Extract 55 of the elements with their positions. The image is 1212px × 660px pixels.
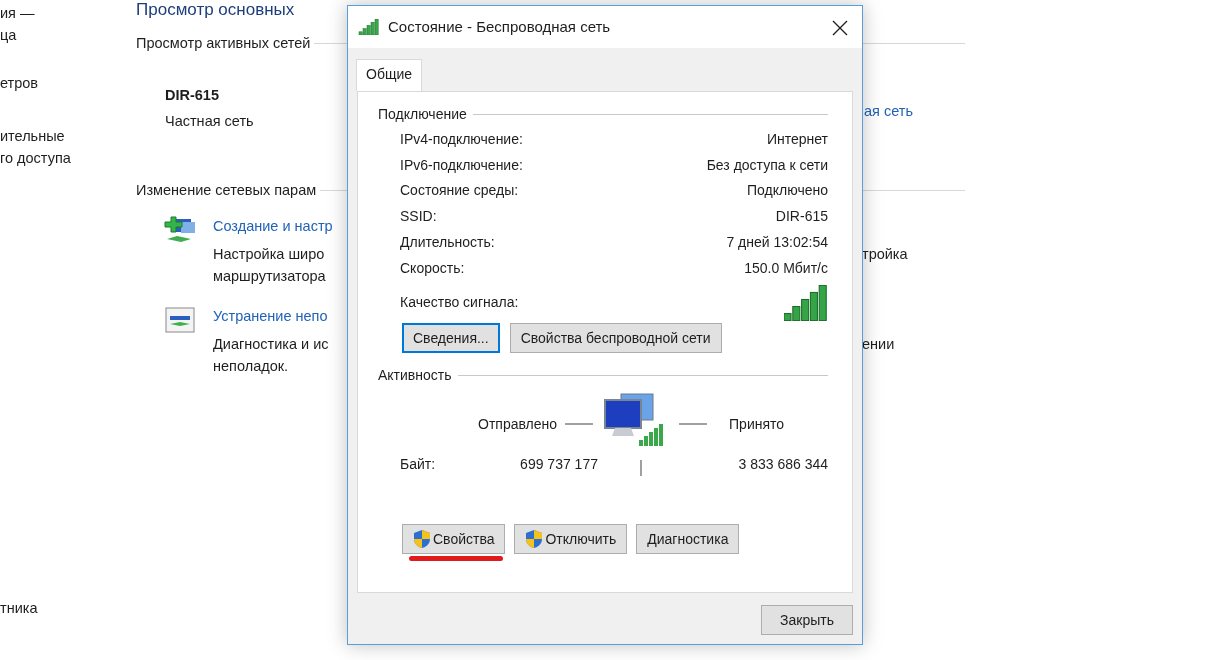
- task-link[interactable]: Создание и настр: [213, 215, 333, 237]
- troubleshoot-icon: [163, 305, 197, 335]
- page-heading: Просмотр основных: [136, 0, 295, 20]
- task-description: Настройка широ: [213, 245, 325, 264]
- field-label: Качество сигнала:: [400, 293, 519, 313]
- signal-quality-icon: [784, 285, 828, 322]
- sidebar-link[interactable]: ительные: [0, 125, 65, 147]
- group-heading: Подключение: [378, 105, 467, 124]
- task-link[interactable]: Устранение непо: [213, 305, 328, 327]
- byte-count: 699 737 177: [520, 454, 598, 474]
- window-title: Состояние - Беспроводная сеть: [388, 16, 612, 37]
- field-label: Длительность:: [400, 232, 495, 252]
- field-label: SSID:: [400, 207, 437, 227]
- field-label: IPv6-подключение:: [400, 155, 523, 175]
- task-description: тройка: [862, 245, 908, 264]
- sidebar-link[interactable]: тника: [0, 597, 38, 619]
- close-dialog-button[interactable]: Закрыть: [761, 605, 853, 635]
- details-button[interactable]: Свойства беспроводной сети: [509, 323, 722, 354]
- sidebar-link[interactable]: ца: [0, 24, 17, 46]
- network-type: Частная сеть: [165, 112, 254, 131]
- close-icon: [832, 19, 848, 36]
- sidebar-link[interactable]: го доступа: [0, 147, 71, 169]
- network-link[interactable]: ая сеть: [864, 100, 913, 122]
- action-button[interactable]: Диагностика: [636, 524, 740, 555]
- task-description: Диагностика и ис: [213, 335, 329, 354]
- field-label: Байт:: [400, 454, 436, 474]
- task-description: неполадок.: [213, 357, 289, 376]
- field-value: DIR-615: [775, 207, 828, 227]
- signal-icon: [358, 19, 380, 35]
- field-value: 7 дней 13:02:54: [726, 232, 828, 252]
- shield-icon: [413, 529, 431, 550]
- field-value: Без доступа к сети: [706, 155, 828, 175]
- field-label: Состояние среды:: [400, 181, 519, 201]
- network-name: DIR-615: [165, 86, 219, 105]
- network-add-icon: [163, 215, 197, 245]
- action-button[interactable]: Отключить: [514, 524, 628, 555]
- field-value: Интернет: [766, 130, 828, 149]
- byte-count: 3 833 686 344: [738, 454, 828, 474]
- field-value: 150.0 Мбит/с: [744, 258, 828, 278]
- details-button[interactable]: Сведения...: [402, 323, 500, 354]
- field-value: Подключено: [747, 181, 828, 201]
- field-label: Скорость:: [400, 258, 465, 278]
- sidebar-link[interactable]: ия —: [0, 2, 35, 24]
- action-button[interactable]: Свойства: [402, 524, 506, 555]
- activity-label: Принято: [729, 414, 785, 434]
- activity-label: Отправлено: [478, 414, 558, 434]
- sidebar-link[interactable]: етров: [0, 72, 39, 94]
- task-description: ении: [862, 335, 895, 354]
- task-description: маршрутизатора: [213, 267, 326, 286]
- tab[interactable]: Общие: [356, 59, 423, 91]
- group-heading: Активность: [378, 366, 452, 386]
- field-label: IPv4-подключение:: [400, 130, 523, 149]
- section-heading: Просмотр активных сетей: [136, 34, 311, 53]
- section-heading: Изменение сетевых парам: [136, 181, 317, 200]
- shield-icon: [525, 529, 544, 550]
